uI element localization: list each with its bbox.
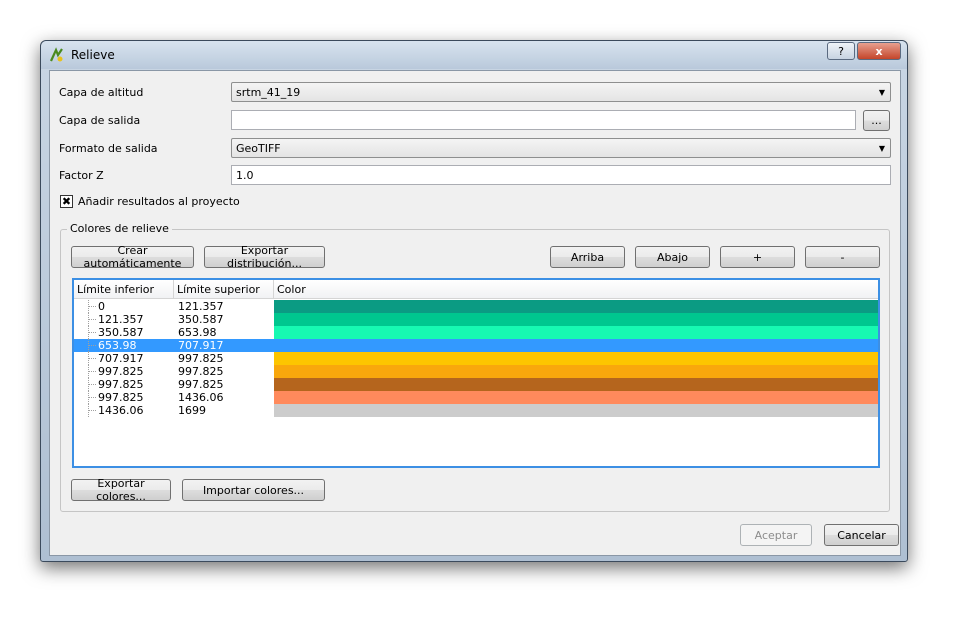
lower-limit-cell: 121.357 — [98, 313, 144, 326]
table-row[interactable]: 997.825 997.825 — [74, 378, 878, 391]
color-swatch[interactable] — [274, 326, 878, 339]
z-factor-input[interactable]: 1.0 — [231, 165, 891, 185]
checkmark-icon: ✖ — [61, 195, 72, 208]
color-swatch[interactable] — [274, 365, 878, 378]
lower-limit-cell: 350.587 — [98, 326, 144, 339]
lower-limit-cell: 997.825 — [98, 378, 144, 391]
lower-limit-cell: 707.917 — [98, 352, 144, 365]
relief-colors-group: Colores de relieve Crear automáticamente… — [60, 222, 890, 512]
upper-limit-cell: 997.825 — [178, 352, 224, 365]
table-row[interactable]: 997.825 997.825 — [74, 365, 878, 378]
tree-branch-line — [88, 404, 96, 417]
column-header-lower[interactable]: Límite inferior — [74, 280, 174, 299]
column-header-upper[interactable]: Límite superior — [174, 280, 274, 299]
color-swatch[interactable] — [274, 313, 878, 326]
lower-limit-cell: 997.825 — [98, 391, 144, 404]
help-button[interactable]: ? — [827, 42, 855, 60]
output-layer-label: Capa de salida — [59, 114, 141, 127]
relief-colors-table[interactable]: Límite inferior Límite superior Color 01… — [72, 278, 880, 468]
color-swatch[interactable] — [274, 300, 878, 313]
tree-branch-line — [88, 339, 96, 352]
cancel-button[interactable]: Cancelar — [824, 524, 899, 546]
color-swatch[interactable] — [274, 378, 878, 391]
upper-limit-cell: 121.357 — [178, 300, 224, 313]
remove-row-button[interactable]: - — [805, 246, 880, 268]
add-results-checkbox[interactable]: ✖ — [60, 195, 73, 208]
upper-limit-cell: 997.825 — [178, 365, 224, 378]
create-automatically-button[interactable]: Crear automáticamente — [71, 244, 194, 270]
table-row[interactable]: 707.917 997.825 — [74, 352, 878, 365]
table-row[interactable]: 1436.06 1699 — [74, 404, 878, 417]
relieve-dialog: Relieve ? x Capa de altitud srtm_41_19 ▼… — [40, 40, 908, 562]
import-colors-button[interactable]: Importar colores... — [182, 479, 325, 501]
browse-button[interactable]: ... — [863, 110, 890, 131]
chevron-down-icon: ▼ — [878, 87, 886, 97]
output-format-select[interactable]: GeoTIFF ▼ — [231, 138, 891, 158]
upper-limit-cell: 1699 — [178, 404, 206, 417]
table-row[interactable]: 121.357 350.587 — [74, 313, 878, 326]
color-swatch[interactable] — [274, 352, 878, 365]
move-down-button[interactable]: Abajo — [635, 246, 710, 268]
table-row[interactable]: 0 121.357 — [74, 300, 878, 313]
table-row[interactable]: 997.825 1436.06 — [74, 391, 878, 404]
tree-branch-line — [88, 313, 96, 326]
upper-limit-cell: 350.587 — [178, 313, 224, 326]
tree-branch-line — [88, 300, 96, 313]
tree-branch-line — [88, 391, 96, 404]
move-up-button[interactable]: Arriba — [550, 246, 625, 268]
export-colors-button[interactable]: Exportar colores... — [71, 477, 171, 503]
table-row[interactable]: 350.587 653.98 — [74, 326, 878, 339]
table-header: Límite inferior Límite superior Color — [74, 280, 878, 299]
elevation-layer-select[interactable]: srtm_41_19 ▼ — [231, 82, 891, 102]
color-swatch[interactable] — [274, 339, 878, 352]
output-format-label: Formato de salida — [59, 142, 158, 155]
tree-branch-line — [88, 326, 96, 339]
color-swatch[interactable] — [274, 391, 878, 404]
export-distribution-button[interactable]: Exportar distribución... — [204, 244, 325, 270]
close-button[interactable]: x — [857, 42, 901, 60]
lower-limit-cell: 1436.06 — [98, 404, 144, 417]
elevation-layer-value: srtm_41_19 — [236, 86, 301, 99]
output-layer-input[interactable] — [231, 110, 856, 130]
lower-limit-cell: 653.98 — [98, 339, 137, 352]
add-results-label: Añadir resultados al proyecto — [78, 195, 240, 208]
upper-limit-cell: 653.98 — [178, 326, 217, 339]
chevron-down-icon: ▼ — [878, 143, 886, 153]
tree-branch-line — [88, 352, 96, 365]
upper-limit-cell: 1436.06 — [178, 391, 224, 404]
column-header-color[interactable]: Color — [274, 280, 878, 299]
relief-colors-title: Colores de relieve — [67, 222, 172, 235]
upper-limit-cell: 707.917 — [178, 339, 224, 352]
color-swatch[interactable] — [274, 404, 878, 417]
elevation-layer-label: Capa de altitud — [59, 86, 144, 99]
window-title: Relieve — [71, 48, 115, 62]
output-format-value: GeoTIFF — [236, 142, 281, 155]
table-row[interactable]: 653.98 707.917 — [74, 339, 878, 352]
dialog-content: Capa de altitud srtm_41_19 ▼ Capa de sal… — [49, 70, 901, 556]
qgis-icon — [49, 47, 63, 62]
tree-branch-line — [88, 378, 96, 391]
tree-branch-line — [88, 365, 96, 378]
lower-limit-cell: 997.825 — [98, 365, 144, 378]
title-bar[interactable]: Relieve ? x — [41, 41, 907, 69]
lower-limit-cell: 0 — [98, 300, 105, 313]
upper-limit-cell: 997.825 — [178, 378, 224, 391]
z-factor-label: Factor Z — [59, 169, 104, 182]
accept-button[interactable]: Aceptar — [740, 524, 812, 546]
add-row-button[interactable]: + — [720, 246, 795, 268]
